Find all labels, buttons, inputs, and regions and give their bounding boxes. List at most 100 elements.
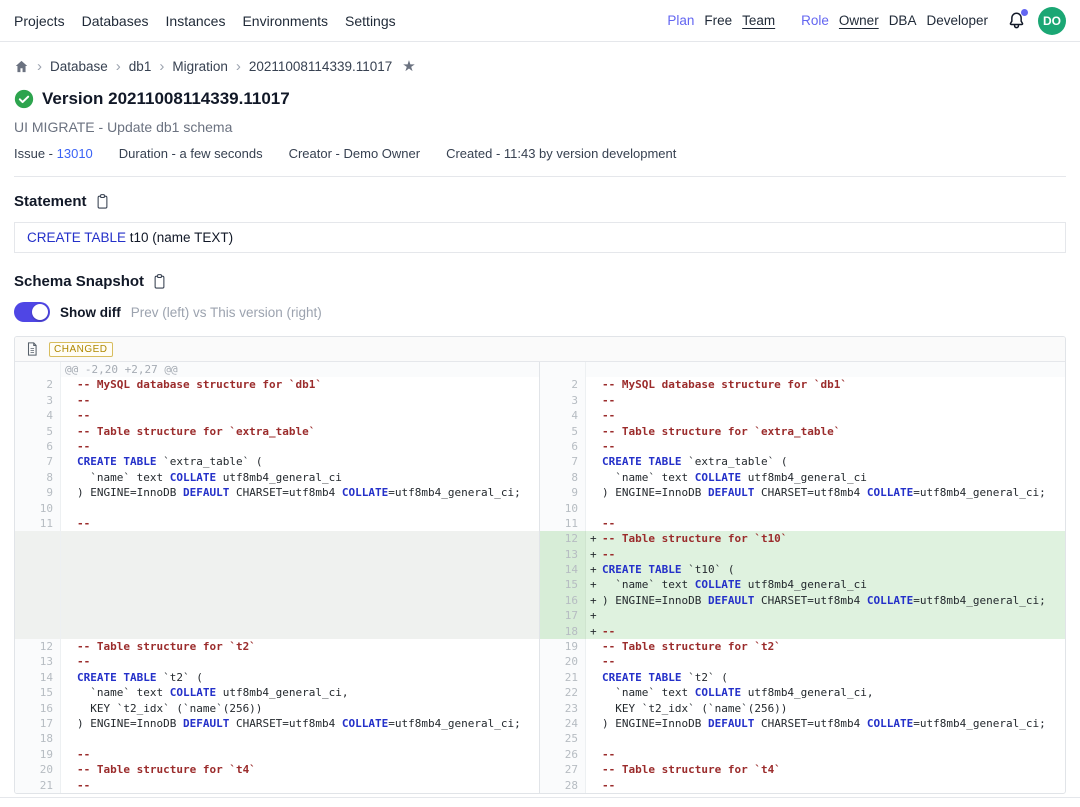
diff-line: 9) ENGINE=InnoDB DEFAULT CHARSET=utf8mb4…: [540, 485, 1065, 500]
line-code: +--: [586, 624, 1065, 639]
issue-link[interactable]: 13010: [57, 146, 93, 161]
diff-line: 19--: [15, 747, 539, 762]
line-code: -- MySQL database structure for `db1`: [586, 377, 1065, 392]
line-code: `name` text COLLATE utf8mb4_general_ci: [586, 470, 1065, 485]
line-number: 9: [15, 485, 61, 500]
diff-line: 27-- Table structure for `t4`: [540, 762, 1065, 777]
notification-bell-button[interactable]: [1006, 10, 1028, 32]
star-icon[interactable]: ★: [402, 57, 415, 75]
line-code: --: [586, 408, 1065, 423]
line-number: 6: [15, 439, 61, 454]
line-code: --: [61, 408, 539, 423]
plan-label[interactable]: Plan: [667, 13, 694, 28]
line-number: 18: [15, 731, 61, 746]
home-icon[interactable]: [14, 59, 29, 74]
breadcrumb-item[interactable]: Database: [50, 59, 108, 74]
role-owner[interactable]: Owner: [839, 13, 879, 28]
sql-keyword: CREATE TABLE: [27, 230, 126, 245]
line-code: `name` text COLLATE utf8mb4_general_ci: [61, 470, 539, 485]
line-code: [61, 562, 539, 577]
line-code: CREATE TABLE `t2` (: [586, 670, 1065, 685]
line-code: `name` text COLLATE utf8mb4_general_ci,: [586, 685, 1065, 700]
line-number: 12: [15, 639, 61, 654]
line-number: 14: [15, 670, 61, 685]
line-code: --: [61, 654, 539, 669]
line-code: +--: [586, 547, 1065, 562]
line-number: 26: [540, 747, 586, 762]
chevron-right-icon: ›: [236, 59, 241, 74]
line-code: -- Table structure for `extra_table`: [586, 424, 1065, 439]
nav-right: Plan Free Team Role Owner DBA Developer …: [667, 7, 1066, 35]
diff-line-added: 14+CREATE TABLE `t10` (: [540, 562, 1065, 577]
chevron-right-icon: ›: [37, 59, 42, 74]
diff-line-added: 16+) ENGINE=InnoDB DEFAULT CHARSET=utf8m…: [540, 593, 1065, 608]
line-code: --: [586, 747, 1065, 762]
line-code: --: [61, 393, 539, 408]
line-number: [15, 547, 61, 562]
line-code: -- MySQL database structure for `db1`: [61, 377, 539, 392]
role-label[interactable]: Role: [801, 13, 829, 28]
line-code: -- Table structure for `extra_table`: [61, 424, 539, 439]
nav-item-settings[interactable]: Settings: [345, 13, 396, 29]
plan-team[interactable]: Team: [742, 13, 775, 28]
issue-label: Issue -: [14, 146, 53, 161]
line-code: --: [586, 654, 1065, 669]
line-code: `name` text COLLATE utf8mb4_general_ci,: [61, 685, 539, 700]
line-number: 16: [15, 701, 61, 716]
diff-line: 24) ENGINE=InnoDB DEFAULT CHARSET=utf8mb…: [540, 716, 1065, 731]
line-code: CREATE TABLE `extra_table` (: [61, 454, 539, 469]
avatar[interactable]: DO: [1038, 7, 1066, 35]
diff-placeholder: [15, 593, 539, 608]
line-code: KEY `t2_idx` (`name`(256)): [61, 701, 539, 716]
line-code: -- Table structure for `t4`: [586, 762, 1065, 777]
schema-snapshot-section: Schema Snapshot Show diff Prev (left) vs…: [14, 273, 1066, 794]
diff-placeholder: [15, 547, 539, 562]
line-number: 8: [540, 470, 586, 485]
show-diff-row: Show diff Prev (left) vs This version (r…: [14, 302, 1066, 322]
nav-item-projects[interactable]: Projects: [14, 13, 65, 29]
clipboard-icon: [95, 193, 110, 210]
diff-line: 6--: [15, 439, 539, 454]
line-code: [61, 593, 539, 608]
diff-line: 20-- Table structure for `t4`: [15, 762, 539, 777]
bottom-divider: [0, 797, 1080, 807]
line-code: ) ENGINE=InnoDB DEFAULT CHARSET=utf8mb4 …: [61, 716, 539, 731]
line-number: 11: [540, 516, 586, 531]
line-number: 7: [15, 454, 61, 469]
nav-item-instances[interactable]: Instances: [166, 13, 226, 29]
title-row: Version 20211008114339.11017: [14, 89, 1066, 109]
diff-line: 16 KEY `t2_idx` (`name`(256)): [15, 701, 539, 716]
line-code: ) ENGINE=InnoDB DEFAULT CHARSET=utf8mb4 …: [61, 485, 539, 500]
breadcrumb-item[interactable]: db1: [129, 59, 152, 74]
line-code: [61, 731, 539, 746]
breadcrumb-item[interactable]: Migration: [172, 59, 228, 74]
meta-creator: Creator - Demo Owner: [289, 146, 420, 161]
copy-schema-button[interactable]: [152, 273, 167, 290]
statement-heading: Statement: [14, 193, 87, 210]
nav-item-databases[interactable]: Databases: [82, 13, 149, 29]
diff-line-added: 17+: [540, 608, 1065, 623]
diff-line: 7CREATE TABLE `extra_table` (: [540, 454, 1065, 469]
line-number: [15, 624, 61, 639]
nav-item-environments[interactable]: Environments: [242, 13, 328, 29]
diff-placeholder: [15, 608, 539, 623]
diff-right-column: 2-- MySQL database structure for `db1`3-…: [540, 362, 1065, 793]
line-code: ) ENGINE=InnoDB DEFAULT CHARSET=utf8mb4 …: [586, 485, 1065, 500]
breadcrumb-item[interactable]: 20211008114339.11017: [249, 59, 392, 74]
schema-diff-panel: CHANGED @@ -2,20 +2,27 @@2-- MySQL datab…: [14, 336, 1066, 794]
line-code: --: [61, 516, 539, 531]
diff-placeholder: [15, 577, 539, 592]
show-diff-toggle[interactable]: [14, 302, 50, 322]
line-number: 6: [540, 439, 586, 454]
line-number: 2: [540, 377, 586, 392]
schema-snapshot-heading: Schema Snapshot: [14, 273, 144, 290]
clipboard-icon: [152, 273, 167, 290]
changed-badge: CHANGED: [49, 342, 113, 357]
copy-statement-button[interactable]: [95, 193, 110, 210]
diff-line-added: 18+--: [540, 624, 1065, 639]
line-number: 17: [15, 716, 61, 731]
line-code: -- Table structure for `t2`: [61, 639, 539, 654]
file-icon: [25, 341, 39, 357]
breadcrumb: ›Database›db1›Migration›20211008114339.1…: [14, 55, 1066, 77]
line-number: [15, 531, 61, 546]
